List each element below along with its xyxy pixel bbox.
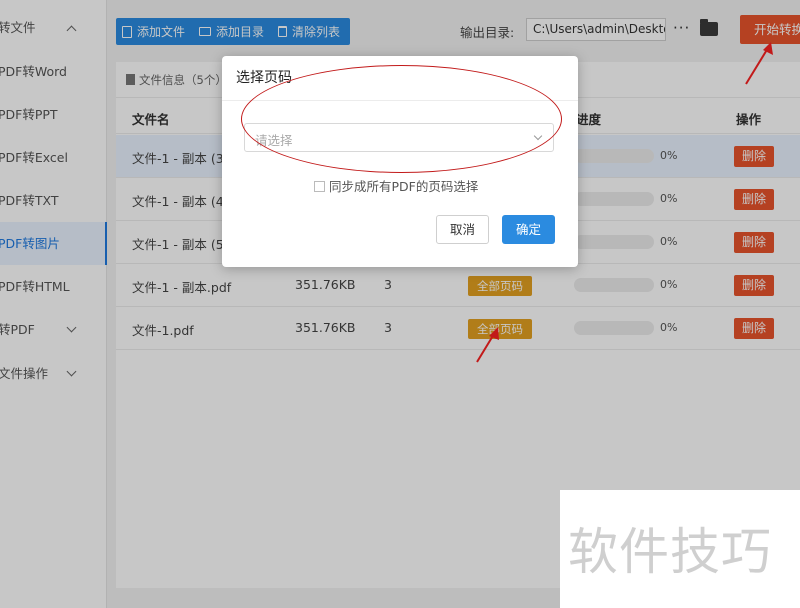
sync-option[interactable]: 同步成所有PDF的页码选择 [314,176,478,195]
confirm-button[interactable]: 确定 [502,215,555,244]
dialog-divider [222,100,578,101]
page-select-dialog: 选择页码 请选择 同步成所有PDF的页码选择 取消 确定 [222,56,578,267]
dialog-title: 选择页码 [236,70,292,86]
page-select-dropdown[interactable]: 请选择 [244,123,554,152]
watermark-text: 软件技巧 [568,523,772,581]
cancel-button[interactable]: 取消 [436,215,489,244]
select-placeholder: 请选择 [255,133,293,148]
sync-checkbox[interactable] [314,181,325,192]
watermark: 软件技巧 [560,490,800,608]
chevron-down-icon [533,131,543,141]
sync-label: 同步成所有PDF的页码选择 [329,179,479,194]
